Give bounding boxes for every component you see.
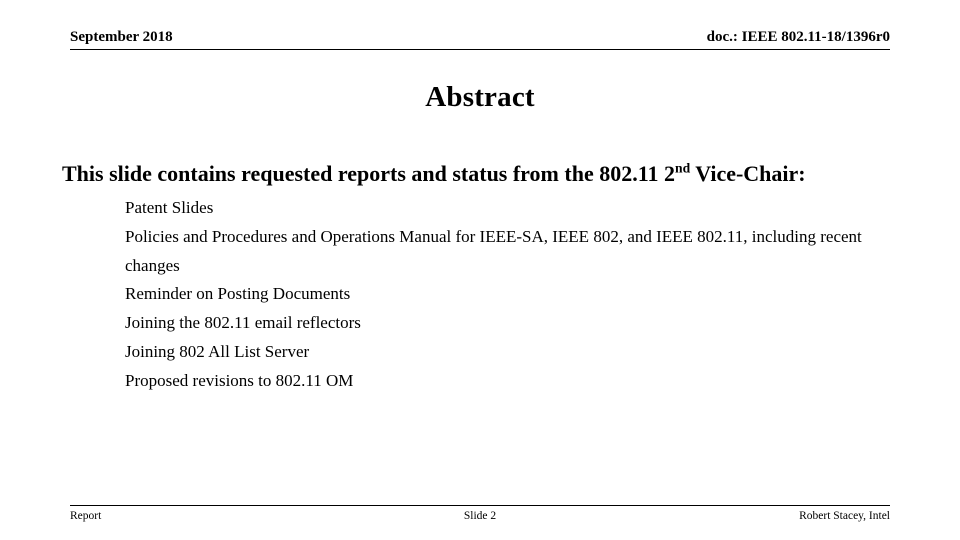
ordinal-suffix: nd bbox=[675, 160, 691, 176]
lead-statement-text-after: Vice-Chair: bbox=[690, 161, 806, 186]
slide-footer: Report Slide 2 Robert Stacey, Intel bbox=[70, 508, 890, 528]
slide-number: Slide 2 bbox=[463, 510, 497, 522]
list-item: Reminder on Posting Documents bbox=[125, 284, 351, 304]
slide-body: This slide contains requested reports an… bbox=[62, 160, 902, 396]
presentation-slide: September 2018 doc.: IEEE 802.11-18/1396… bbox=[0, 0, 960, 540]
lead-statement: This slide contains requested reports an… bbox=[62, 160, 902, 188]
header-date: September 2018 bbox=[70, 29, 173, 45]
topic-list: Patent Slides Policies and Procedures an… bbox=[62, 194, 902, 396]
slide-header: September 2018 doc.: IEEE 802.11-18/1396… bbox=[70, 28, 890, 50]
footer-divider bbox=[70, 505, 890, 506]
page-title: Abstract bbox=[425, 81, 535, 113]
header-divider bbox=[70, 49, 890, 50]
list-item: Patent Slides bbox=[125, 198, 214, 217]
lead-statement-text-before: This slide contains requested reports an… bbox=[62, 161, 675, 186]
list-item: Proposed revisions to 802.11 OM bbox=[125, 370, 354, 390]
list-item: Joining the 802.11 email reflectors bbox=[125, 313, 361, 333]
list-item: Policies and Procedures and Operations M… bbox=[125, 226, 862, 275]
list-item: Joining 802 All List Server bbox=[125, 341, 310, 361]
header-document-reference: doc.: IEEE 802.11-18/1396r0 bbox=[706, 29, 890, 45]
